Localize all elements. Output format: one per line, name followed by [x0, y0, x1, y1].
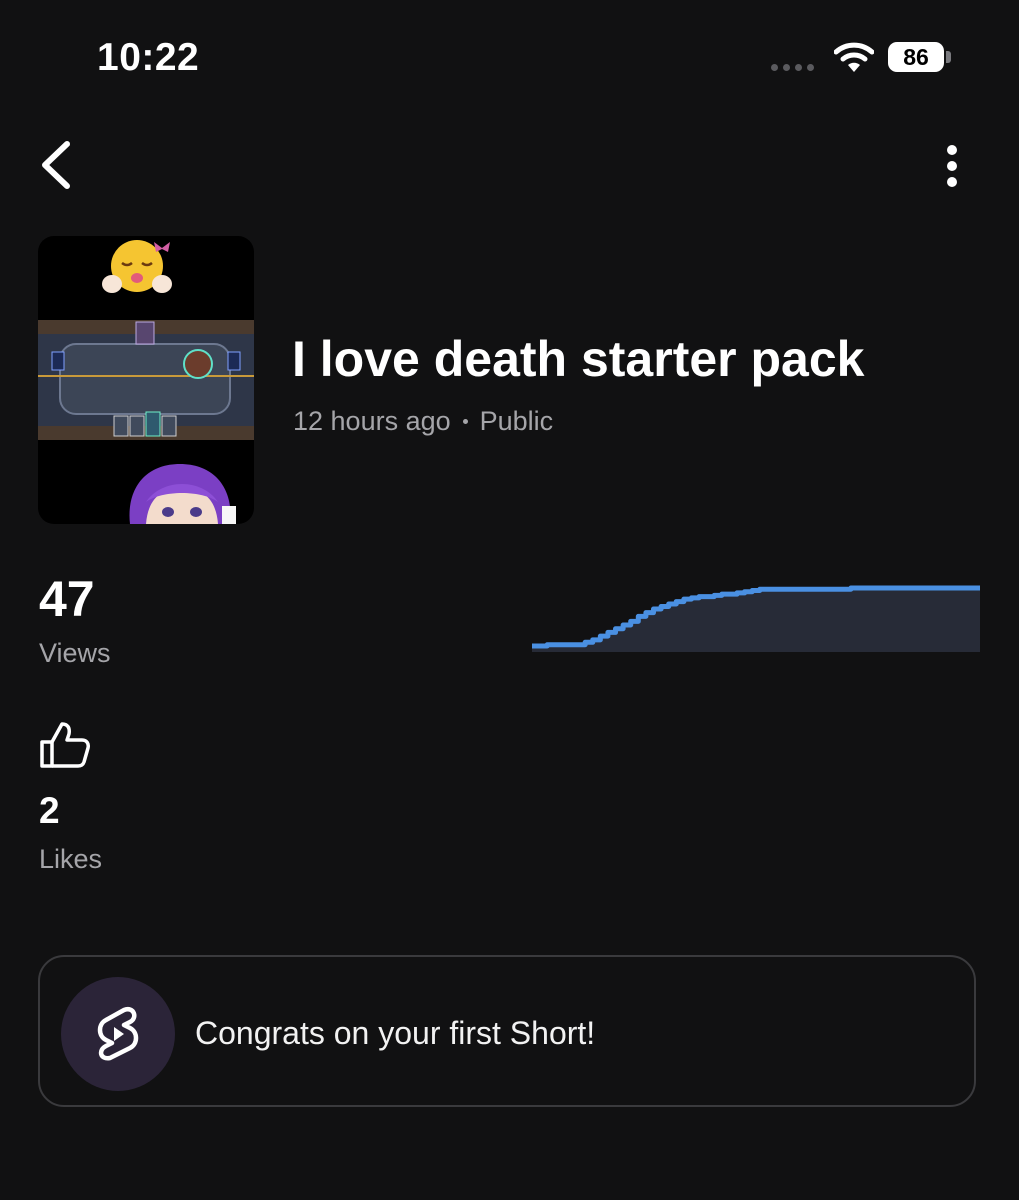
congrats-card[interactable]: Congrats on your first Short! [38, 955, 976, 1107]
wifi-icon [834, 42, 874, 72]
more-vertical-icon[interactable] [940, 144, 964, 188]
status-time: 10:22 [97, 36, 200, 79]
game-board-screenshot [38, 320, 254, 440]
kissing-emoji-sticker [102, 240, 172, 293]
battery-cap [946, 51, 951, 63]
battery-level: 86 [903, 43, 929, 70]
video-visibility: Public [479, 406, 554, 436]
views-label: Views [39, 638, 111, 668]
shorts-logo-badge [61, 977, 175, 1091]
thumbs-up-icon[interactable] [38, 720, 92, 770]
video-meta: 12 hours ago Public [293, 406, 553, 437]
signal-dots-icon [771, 64, 814, 71]
shorts-logo-icon [97, 1006, 139, 1061]
video-title: I love death starter pack [292, 331, 865, 387]
video-age: 12 hours ago [293, 406, 451, 436]
battery-icon: 86 [888, 42, 944, 72]
likes-label: Likes [39, 844, 103, 874]
views-chart[interactable] [532, 578, 980, 652]
likes-count: 2 [39, 790, 60, 831]
separator-dot [462, 419, 468, 424]
views-count: 47 [39, 571, 95, 627]
chevron-left-icon[interactable] [36, 138, 76, 192]
video-thumbnail[interactable] [38, 236, 254, 524]
views-chart-area [532, 588, 980, 652]
congrats-message: Congrats on your first Short! [195, 1015, 596, 1051]
anime-character-sticker [129, 464, 236, 524]
